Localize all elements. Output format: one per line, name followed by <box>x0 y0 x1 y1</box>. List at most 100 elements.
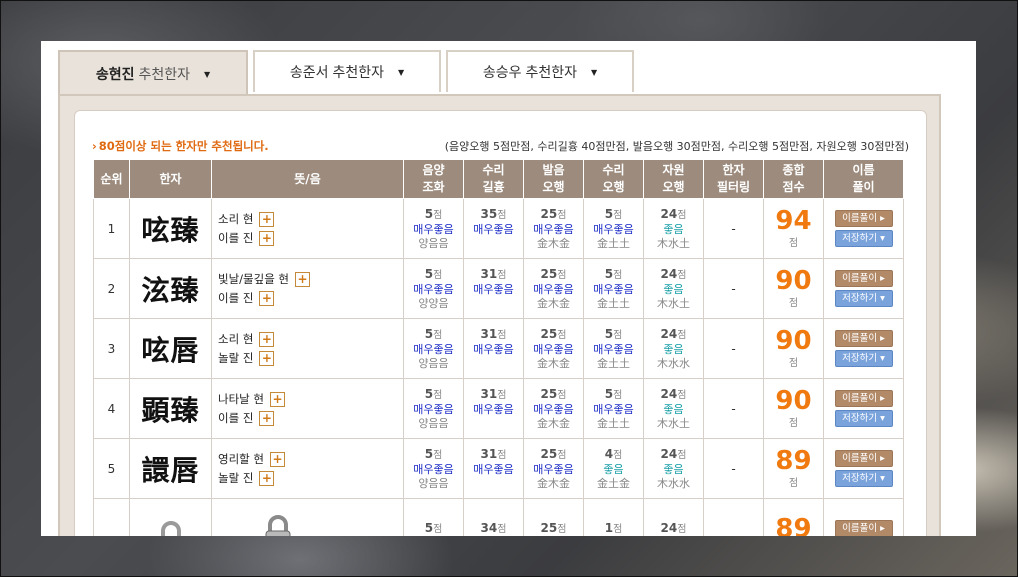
meaning-cell: 소리 현 + 놀랄 진 + <box>211 318 404 379</box>
rank-cell: 2 <box>93 258 130 319</box>
score-unit: 점 <box>677 389 687 401</box>
score-value: 31 <box>480 446 498 461</box>
grade-text: 매우좋음 <box>413 462 454 476</box>
score-value: 1 <box>604 520 614 535</box>
plus-icon[interactable]: + <box>259 350 275 366</box>
plus-icon[interactable]: + <box>295 271 311 287</box>
sub-text: 金土土 <box>597 296 630 310</box>
score-unit: 점 <box>557 523 567 535</box>
explain-name-button[interactable]: 이름풀이 ▸ <box>834 210 893 227</box>
plus-icon[interactable]: + <box>269 451 285 467</box>
hanja-cell: 呟唇 <box>129 318 212 379</box>
chevron-down-icon: ▼ <box>591 67 598 77</box>
surielem-cell: 5점 매우좋음 金土土 <box>583 378 644 439</box>
header-suri-1: 수리 <box>482 163 505 177</box>
plus-icon[interactable]: + <box>259 211 275 227</box>
header-filter-2: 필터링 <box>716 180 751 194</box>
plus-icon[interactable]: + <box>259 290 275 306</box>
score-value: 5 <box>424 266 434 281</box>
meaning-first: 소리 현 <box>218 332 254 346</box>
score-value: 25 <box>540 446 558 461</box>
score-unit: 점 <box>788 358 799 369</box>
header-filter: 한자 필터링 <box>703 159 764 199</box>
table-row: 1 呟臻 소리 현 + 이를 진 + 5점 매우좋음 양음음 35점 매우좋음 25점 매우… <box>93 198 904 259</box>
score-unit: 점 <box>433 209 443 221</box>
total-cell: 94 점 <box>763 198 824 259</box>
grade-text: 매우좋음 <box>413 222 454 236</box>
plus-icon[interactable]: + <box>259 331 275 347</box>
tab-1[interactable]: 송현진 추천한자 ▼ <box>58 50 248 96</box>
explain-name-button[interactable]: 이름풀이 ▸ <box>834 450 893 467</box>
total-score: 89 <box>775 513 812 537</box>
score-unit: 점 <box>677 329 687 341</box>
filter-cell: - <box>703 198 764 259</box>
total-cell: 90 점 <box>763 258 824 319</box>
suri-cell: 35점 매우좋음 <box>463 198 524 259</box>
plus-icon[interactable]: + <box>259 230 275 246</box>
sub-text: 金土土 <box>597 416 630 430</box>
tab-3-name: 송승우 <box>482 65 522 81</box>
grade-text: 매우좋음 <box>473 222 514 236</box>
explain-name-button[interactable]: 이름풀이 ▸ <box>834 390 893 407</box>
explain-name-button[interactable]: 이름풀이 ▸ <box>834 330 893 347</box>
total-score: 94 <box>775 206 812 236</box>
explain-name-button[interactable]: 이름풀이 ▸ <box>834 270 893 287</box>
score-unit: 점 <box>677 523 687 535</box>
header-rank: 순위 <box>93 159 130 199</box>
suri-cell: 31점 매우좋음 <box>463 378 524 439</box>
score-value: 25 <box>540 326 558 341</box>
grade-text: 매우좋음 <box>413 342 454 356</box>
tab-3[interactable]: 송승우 추천한자 ▼ <box>446 50 634 92</box>
rank-cell: 3 <box>93 318 130 379</box>
sound-cell: 25점 매우좋음 金木金 <box>523 438 584 499</box>
sub-text: 金木金 <box>537 416 570 430</box>
padlock-graphic <box>265 514 290 536</box>
grade-text: 좋음 <box>663 462 684 476</box>
score-unit: 점 <box>557 389 567 401</box>
sound-cell: 25점 매우좋음 金木金 <box>523 318 584 379</box>
score-unit: 점 <box>557 269 567 281</box>
save-button[interactable]: 저장하기 ▾ <box>834 350 893 367</box>
sub-text: 木水土 <box>657 296 690 310</box>
sub-text: 木水土 <box>657 236 690 250</box>
rank-cell: 4 <box>93 378 130 439</box>
meaning-cell: 빛날/물깊을 현 + 이를 진 + <box>211 258 404 319</box>
content-panel: 송현진 추천한자 ▼ 송준서 추천한자 ▼ 송승우 추천한자 ▼ › 80점이상 … <box>41 41 976 536</box>
suri-cell: 31점 매우좋음 <box>463 318 524 379</box>
meaning-second: 이를 진 <box>218 291 254 305</box>
score-value: 5 <box>424 446 434 461</box>
plus-icon[interactable]: + <box>269 391 285 407</box>
score-unit: 점 <box>497 329 507 341</box>
header-action-2: 풀이 <box>852 180 875 194</box>
header-total: 종합 점수 <box>763 159 824 199</box>
meaning-cell: 소리 현 + 이를 진 + <box>211 198 404 259</box>
sub-text: 木水水 <box>657 356 690 370</box>
header-yinyang: 음양 조화 <box>403 159 464 199</box>
rank-cell <box>93 498 130 536</box>
total-cell: 89 <box>763 498 824 537</box>
total-cell: 90 점 <box>763 318 824 379</box>
yinyang-cell: 5점 매우좋음 양음음 <box>403 318 464 379</box>
save-button[interactable]: 저장하기 ▾ <box>834 290 893 307</box>
meaning-second: 이를 진 <box>218 231 254 245</box>
save-button[interactable]: 저장하기 ▾ <box>834 470 893 487</box>
sub-text: 木水水 <box>657 476 690 490</box>
plus-icon[interactable]: + <box>259 410 275 426</box>
save-button[interactable]: 저장하기 ▾ <box>834 230 893 247</box>
sound-cell: 25점 <box>523 498 584 536</box>
score-value: 31 <box>480 326 498 341</box>
save-button[interactable]: 저장하기 ▾ <box>834 410 893 427</box>
action-cell: 이름풀이 ▸ 저장하기 ▾ <box>823 258 904 319</box>
tab-2[interactable]: 송준서 추천한자 ▼ <box>253 50 441 92</box>
score-unit: 점 <box>613 523 623 535</box>
score-unit: 점 <box>557 449 567 461</box>
action-cell: 이름풀이 ▸ 저장하기 ▾ <box>823 198 904 259</box>
score-unit: 점 <box>788 238 799 249</box>
score-value: 24 <box>660 326 678 341</box>
total-score: 90 <box>775 326 812 356</box>
plus-icon[interactable]: + <box>259 470 275 486</box>
score-unit: 점 <box>433 389 443 401</box>
surielem-cell: 1점 <box>583 498 644 536</box>
table-row: 2 泫臻 빛날/물깊을 현 + 이를 진 + 5점 매우좋음 양양음 31점 매우좋음 2… <box>93 258 904 319</box>
explain-name-button[interactable]: 이름풀이 ▸ <box>834 520 893 536</box>
